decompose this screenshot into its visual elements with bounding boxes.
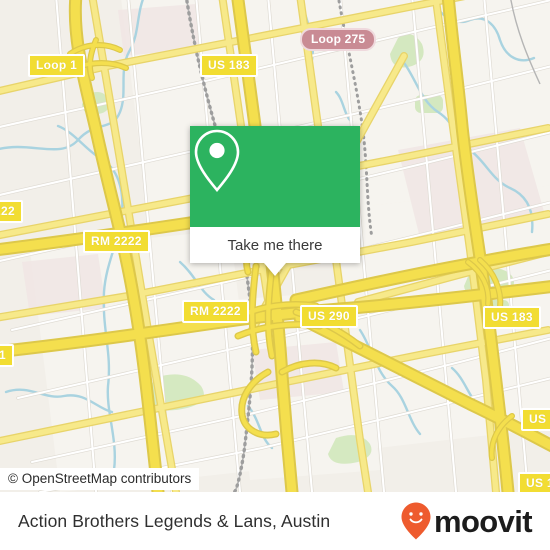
shield-rm-2222-left[interactable]: RM 2222	[83, 230, 150, 253]
shield-222-clipped[interactable]: 222	[0, 200, 23, 223]
shield-us-18-clipped[interactable]: US 18	[518, 472, 550, 492]
shield-rm-2222-mid[interactable]: RM 2222	[182, 300, 249, 323]
map-canvas[interactable]: .rd { stroke:#f7e98a; stroke-linecap:rou…	[0, 0, 550, 492]
map-screenshot: .rd { stroke:#f7e98a; stroke-linecap:rou…	[0, 0, 550, 550]
shield-loop-1[interactable]: Loop 1	[28, 54, 86, 77]
shield-us-290[interactable]: US 290	[300, 305, 358, 328]
shield-1-clipped[interactable]: 1	[0, 344, 14, 367]
callout-button-label[interactable]: Take me there	[190, 227, 360, 263]
shield-loop-275[interactable]: Loop 275	[300, 28, 377, 51]
footer-bar: Action Brothers Legends & Lans, Austin m…	[0, 492, 550, 550]
shield-us-183-top[interactable]: US 183	[200, 54, 258, 77]
moovit-brand[interactable]: moovit	[400, 501, 533, 541]
callout-tail	[264, 263, 286, 276]
take-me-there-callout[interactable]: Take me there	[190, 126, 360, 276]
callout-header	[190, 126, 360, 227]
shield-us-1-clipped[interactable]: US 1	[521, 408, 550, 431]
moovit-smiley-pin-icon	[401, 502, 431, 540]
osm-attribution[interactable]: © OpenStreetMap contributors	[0, 468, 200, 490]
shield-us-183-right[interactable]: US 183	[483, 306, 541, 329]
map-pin-icon	[194, 129, 240, 193]
place-name: Action Brothers Legends & Lans, Austin	[18, 510, 331, 531]
moovit-wordmark: moovit	[433, 503, 533, 539]
